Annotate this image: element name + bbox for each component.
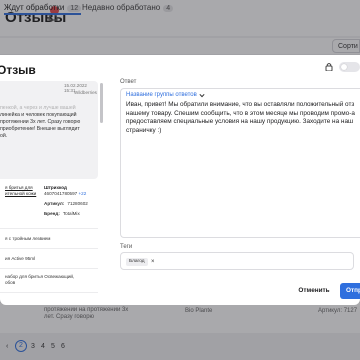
list-item[interactable]: набор для бритья Освежающий, обов: [0, 269, 98, 293]
answer-text-line: нашему товару. Спешим сообщить, что в эт…: [126, 109, 355, 117]
scrollbar[interactable]: [100, 83, 103, 123]
barcode-value: 4607041780597 +22: [44, 191, 86, 196]
tags-label: Теги: [120, 244, 133, 250]
chevron-down-icon[interactable]: [199, 93, 205, 98]
sku-value: 71280602: [67, 201, 88, 206]
review-card: 15.02.2022 15:31 Wildberries пенкой, а ч…: [0, 81, 98, 179]
review-details-panel: 15.02.2022 15:31 Wildberries пенкой, а ч…: [0, 78, 105, 303]
answer-label: Ответ: [120, 79, 137, 85]
send-button[interactable]: Отпр: [340, 283, 360, 299]
answer-text-line: предоставляем специальные условия на наш…: [126, 118, 354, 125]
review-text-line: ой.: [0, 133, 8, 139]
answer-text: Иван, привет! Мы обратили внимание, что …: [126, 101, 360, 135]
review-shop: Wildberries: [74, 90, 97, 95]
barcode-number: 4607041780597: [44, 191, 78, 196]
tags-input[interactable]: [120, 252, 354, 270]
tag-chip: Благод: [126, 258, 148, 266]
product-card: я бритья для ительной кожи Штрихкод 4607…: [0, 179, 98, 229]
review-text: пенкой, а через и лучше вашей линейка и …: [0, 105, 95, 140]
review-text-line: линейка и человек покупающий: [0, 112, 77, 118]
review-text-line: пенкой, а через и лучше вашей: [0, 105, 76, 111]
list-item[interactable]: я с тройным лезвием: [0, 229, 98, 249]
answer-templates-dropdown[interactable]: Название группы ответов: [126, 92, 197, 98]
sku-label: Артикул:: [44, 201, 65, 206]
lock-toggle[interactable]: [339, 62, 360, 72]
toggle-knob: [341, 64, 347, 70]
review-modal: Отзыв 15.02.2022 15:31 Wildberries пенко…: [0, 55, 360, 305]
sku-row: Артикул: 71280602: [44, 201, 88, 206]
modal-title: Отзыв: [0, 63, 36, 77]
answer-text-line: Иван, привет! Мы обратили внимание, что …: [126, 101, 355, 108]
review-text-line: протяжении 3х лет. Сразу говорю: [0, 119, 81, 125]
answer-text-line: страничку :): [126, 126, 162, 134]
cancel-button[interactable]: Отменить: [292, 284, 336, 298]
brand-label: Бренд:: [44, 211, 60, 216]
barcode-more-link[interactable]: +22: [79, 191, 87, 196]
brand-value: TotalMix: [62, 211, 80, 216]
brand-row: Бренд: TotalMix: [44, 211, 80, 216]
barcode-label: Штрихкод: [44, 185, 67, 190]
list-item[interactable]: ия Active 95ml: [0, 249, 98, 269]
review-text-line: приобретение! Внешне выглядит: [0, 126, 80, 132]
close-icon[interactable]: ×: [151, 258, 155, 266]
product-name-link[interactable]: я бритья для ительной кожи: [5, 185, 45, 197]
lock-icon: [325, 63, 333, 71]
